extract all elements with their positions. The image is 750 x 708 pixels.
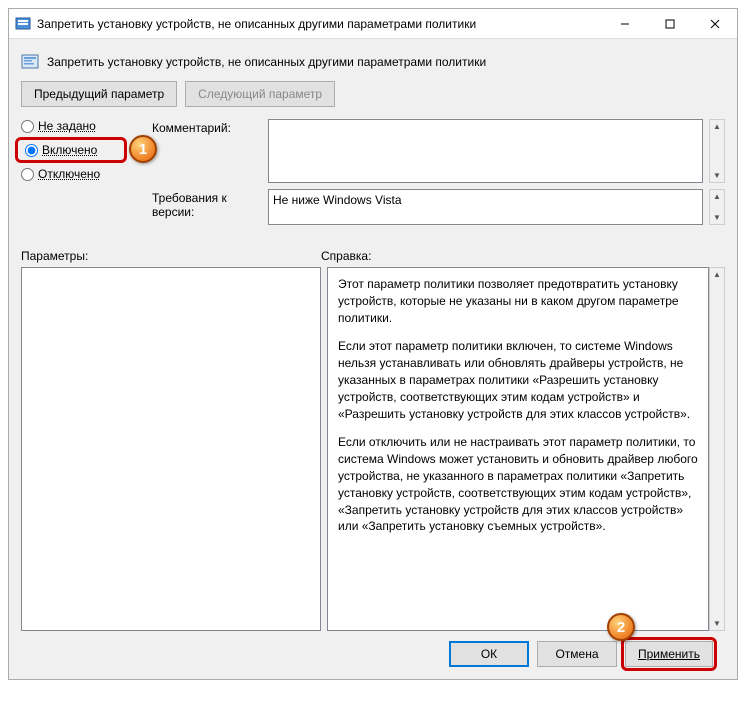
- comment-label: Комментарий:: [152, 119, 262, 135]
- top-settings: Не задано Включено 1 Отключено Комментар…: [21, 119, 725, 231]
- parameters-label: Параметры:: [21, 249, 321, 263]
- scroll-down-icon: ▼: [710, 211, 724, 224]
- annotation-callout-2: 2: [607, 613, 635, 641]
- policy-icon: [21, 53, 39, 71]
- scroll-down-icon: ▼: [710, 617, 724, 630]
- help-scrollbar[interactable]: ▲ ▼: [709, 267, 725, 631]
- state-radio-group: Не задано Включено 1 Отключено: [21, 119, 146, 181]
- window-controls: [602, 9, 737, 38]
- requirements-scrollbar[interactable]: ▲ ▼: [709, 189, 725, 225]
- panels: Этот параметр политики позволяет предотв…: [21, 267, 725, 631]
- policy-dialog: Запретить установку устройств, не описан…: [8, 8, 738, 680]
- minimize-button[interactable]: [602, 9, 647, 38]
- maximize-button[interactable]: [647, 9, 692, 38]
- titlebar: Запретить установку устройств, не описан…: [9, 9, 737, 39]
- app-icon: [15, 16, 31, 32]
- window-title: Запретить установку устройств, не описан…: [37, 17, 602, 31]
- radio-not-configured-label: Не задано: [38, 119, 96, 133]
- radio-disabled-input[interactable]: [21, 168, 34, 181]
- radio-enabled-input[interactable]: [25, 144, 38, 157]
- cancel-button[interactable]: Отмена: [537, 641, 617, 667]
- radio-disabled-label: Отключено: [38, 167, 100, 181]
- radio-enabled-label: Включено: [42, 143, 97, 157]
- header: Запретить установку устройств, не описан…: [21, 49, 725, 81]
- help-panel: Этот параметр политики позволяет предотв…: [327, 267, 709, 631]
- footer-buttons: ОК Отмена Применить 2: [21, 631, 725, 679]
- help-text-1: Этот параметр политики позволяет предотв…: [338, 276, 698, 326]
- help-text-2: Если этот параметр политики включен, то …: [338, 338, 698, 422]
- apply-button[interactable]: Применить: [625, 641, 713, 667]
- parameters-panel: [21, 267, 321, 631]
- radio-disabled[interactable]: Отключено: [21, 167, 146, 181]
- annotation-callout-1: 1: [129, 135, 157, 163]
- help-text-3: Если отключить или не настраивать этот п…: [338, 434, 698, 535]
- close-button[interactable]: [692, 9, 737, 38]
- nav-buttons: Предыдущий параметр Следующий параметр: [21, 81, 725, 107]
- header-title: Запретить установку устройств, не описан…: [47, 55, 486, 69]
- prev-setting-button[interactable]: Предыдущий параметр: [21, 81, 177, 107]
- scroll-up-icon: ▲: [710, 120, 724, 133]
- comment-input[interactable]: [268, 119, 703, 183]
- radio-not-configured[interactable]: Не задано: [21, 119, 146, 133]
- requirements-label: Требования к версии:: [152, 189, 262, 219]
- radio-enabled[interactable]: Включено 1: [21, 141, 146, 159]
- ok-button[interactable]: ОК: [449, 641, 529, 667]
- scroll-down-icon: ▼: [710, 169, 724, 182]
- requirements-input: Не ниже Windows Vista: [268, 189, 703, 225]
- radio-not-configured-input[interactable]: [21, 120, 34, 133]
- scroll-up-icon: ▲: [710, 190, 724, 203]
- scroll-up-icon: ▲: [710, 268, 724, 281]
- mid-labels: Параметры: Справка:: [21, 249, 725, 263]
- comment-scrollbar[interactable]: ▲ ▼: [709, 119, 725, 183]
- help-label: Справка:: [321, 249, 371, 263]
- next-setting-button: Следующий параметр: [185, 81, 335, 107]
- help-panel-wrap: Этот параметр политики позволяет предотв…: [327, 267, 725, 631]
- content-area: Запретить установку устройств, не описан…: [9, 39, 737, 679]
